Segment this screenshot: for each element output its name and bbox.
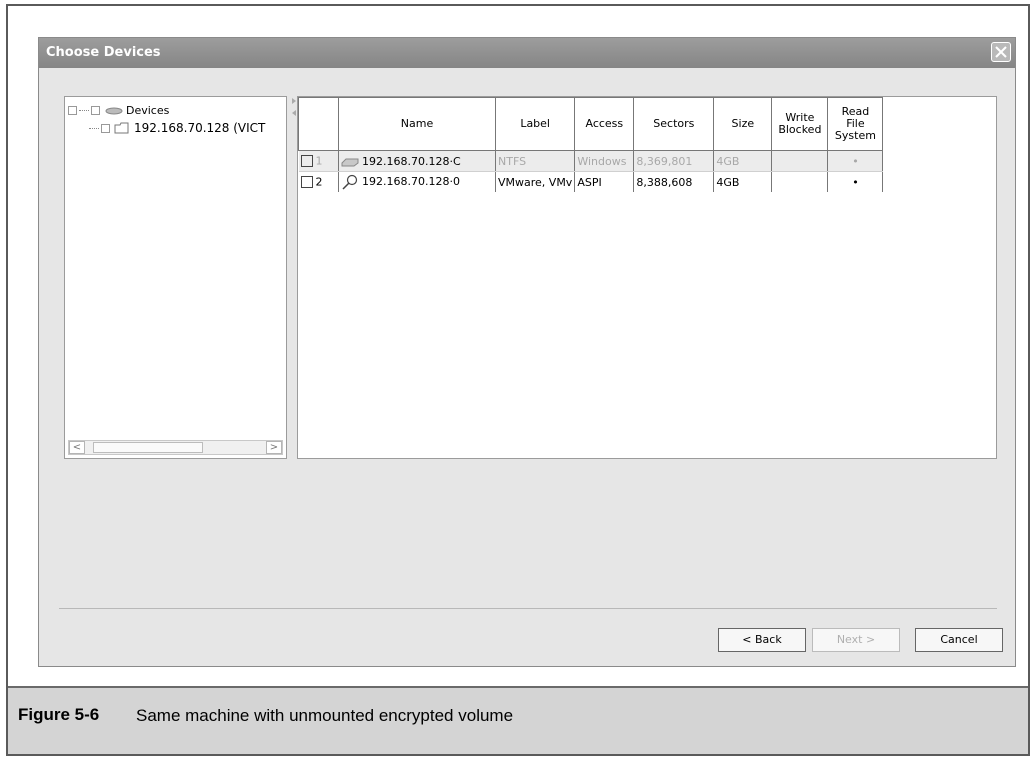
device-name: 192.168.70.128·0: [362, 175, 460, 188]
choose-devices-dialog: Choose Devices Devices 192.168.70.128 (V…: [38, 37, 1016, 667]
hard-drive-icon: [341, 158, 359, 166]
header-read-file-system[interactable]: Read File System: [827, 97, 884, 151]
tree-item-host[interactable]: 192.168.70.128 (VICT: [89, 121, 265, 135]
horizontal-scrollbar[interactable]: < >: [68, 440, 283, 455]
figure-label: Figure 5-6: [18, 705, 100, 724]
tree-item-label: Devices: [126, 104, 170, 117]
next-button[interactable]: Next >: [812, 628, 900, 652]
table-row[interactable]: 2 192.168.70.128·0 VMware, VMv ASPI 8,38…: [298, 171, 884, 192]
scroll-right-icon[interactable]: >: [266, 441, 282, 454]
devices-icon: [105, 107, 123, 114]
row-checkbox[interactable]: [300, 155, 313, 168]
device-access: Windows: [574, 150, 635, 172]
device-size: 4GB: [713, 171, 773, 192]
header-name[interactable]: Name: [338, 97, 496, 151]
header-sectors[interactable]: Sectors: [633, 97, 715, 151]
close-button[interactable]: [991, 42, 1011, 62]
device-access: ASPI: [574, 171, 635, 192]
expand-icon[interactable]: [68, 106, 77, 115]
table-header-row: Name Label Access Sectors Size Write Blo…: [298, 97, 884, 151]
divider: [59, 608, 997, 609]
figure-frame: Choose Devices Devices 192.168.70.128 (V…: [6, 4, 1030, 756]
device-sectors: 8,388,608: [633, 171, 715, 192]
device-table-panel: Name Label Access Sectors Size Write Blo…: [297, 96, 997, 459]
device-sectors: 8,369,801: [633, 150, 715, 172]
figure-caption: Figure 5-6 Same machine with unmounted e…: [8, 686, 1028, 754]
figure-caption-text: Same machine with unmounted encrypted vo…: [136, 706, 514, 725]
magnifier-disk-icon: [342, 174, 358, 190]
row-checkbox[interactable]: [300, 176, 313, 189]
tree-checkbox[interactable]: [101, 123, 110, 133]
device-label: NTFS: [495, 150, 576, 172]
device-label: VMware, VMv: [495, 171, 576, 192]
folder-icon: [114, 122, 129, 134]
cancel-button[interactable]: Cancel: [915, 628, 1003, 652]
dialog-title: Choose Devices: [46, 45, 161, 60]
header-label[interactable]: Label: [494, 97, 576, 151]
back-button[interactable]: < Back: [718, 628, 806, 652]
header-access[interactable]: Access: [574, 97, 635, 151]
header-write-blocked[interactable]: Write Blocked: [771, 97, 829, 151]
scroll-thumb[interactable]: [93, 442, 203, 453]
device-name: 192.168.70.128·C: [362, 154, 461, 168]
table-row[interactable]: 1 192.168.70.128·C NTFS Windows 8,369,80…: [298, 150, 884, 172]
tree-checkbox[interactable]: [91, 106, 100, 115]
tree-item-devices[interactable]: Devices: [68, 104, 169, 117]
device-write-blocked: [771, 171, 829, 192]
close-icon: [995, 46, 1007, 58]
device-size: 4GB: [713, 150, 773, 172]
device-table: Name Label Access Sectors Size Write Blo…: [298, 97, 884, 192]
device-tree[interactable]: Devices 192.168.70.128 (VICT < >: [64, 96, 287, 459]
device-read-fs: •: [827, 150, 884, 172]
header-size[interactable]: Size: [713, 97, 773, 151]
scroll-left-icon[interactable]: <: [69, 441, 85, 454]
header-index[interactable]: [298, 97, 339, 151]
tree-item-label: 192.168.70.128 (VICT: [134, 121, 266, 135]
device-write-blocked: [771, 150, 829, 172]
title-bar: Choose Devices: [39, 38, 1015, 68]
device-read-fs: •: [827, 171, 884, 192]
